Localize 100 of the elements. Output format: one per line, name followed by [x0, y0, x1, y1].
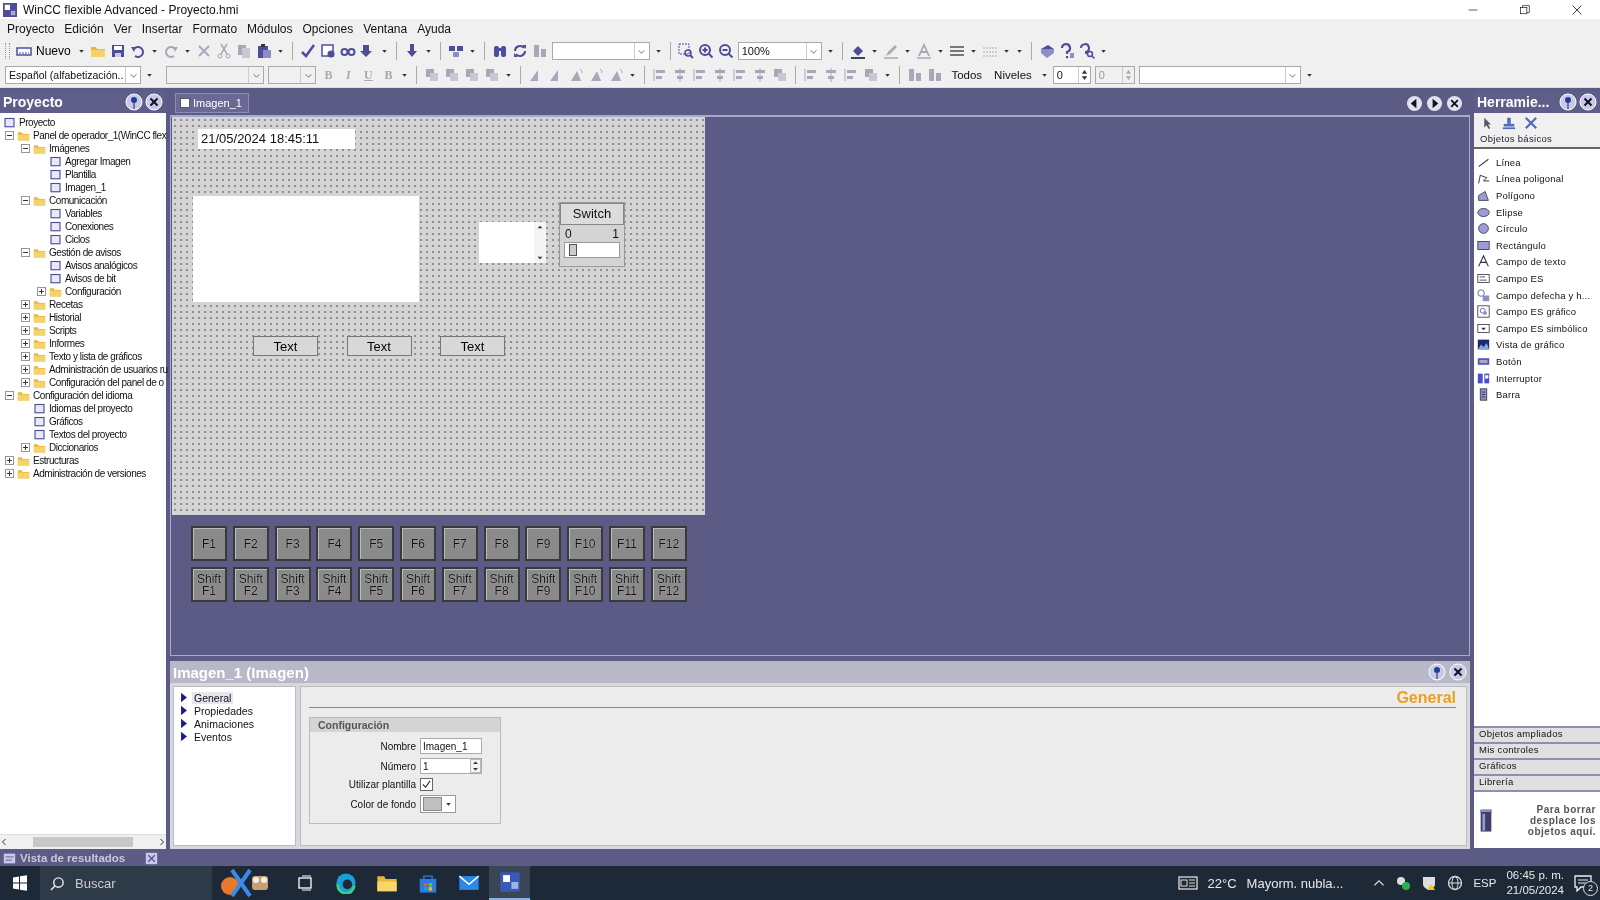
news-icon[interactable] — [1177, 875, 1198, 891]
zoom-dropdown[interactable]: 100% — [737, 42, 822, 60]
tool-item[interactable]: Línea — [1474, 154, 1600, 171]
expand-icon[interactable] — [20, 352, 30, 361]
function-key[interactable]: Shift F1 — [191, 567, 227, 602]
number-field[interactable]: 1 — [420, 758, 482, 774]
tree-item[interactable]: Scripts — [47, 325, 77, 336]
tree-item[interactable]: Gestión de avisos — [47, 247, 121, 258]
tree-item[interactable]: Recetas — [47, 299, 83, 310]
levels-label[interactable]: Niveles — [990, 69, 1036, 81]
paint-bucket-icon[interactable] — [849, 43, 866, 59]
text-button[interactable]: Text — [346, 336, 412, 356]
globe-icon[interactable] — [1447, 875, 1464, 891]
tree-item[interactable]: Comunicación — [47, 195, 107, 206]
language-dropdown[interactable]: Español (alfabetización.. — [5, 66, 142, 84]
expand-icon[interactable] — [20, 339, 30, 348]
category-tab[interactable]: Objetos ampliados — [1474, 726, 1600, 742]
tree-item[interactable]: Informes — [47, 338, 85, 349]
book-icon[interactable] — [1038, 43, 1055, 59]
scrollbar[interactable] — [0, 834, 166, 849]
all-label[interactable]: Todos — [947, 69, 987, 81]
switch-thumb[interactable] — [569, 244, 577, 256]
expand-icon[interactable] — [20, 313, 30, 322]
menu-item[interactable]: Proyecto — [2, 22, 60, 36]
line-width-icon[interactable] — [948, 43, 965, 59]
function-key[interactable]: F1 — [191, 526, 227, 561]
tool-item[interactable]: Barra — [1474, 386, 1600, 403]
tree-item[interactable]: Configuración — [63, 286, 121, 297]
collapse-icon[interactable] — [4, 391, 14, 400]
temperature[interactable]: 22°C — [1207, 875, 1237, 891]
function-key[interactable]: Shift F10 — [567, 567, 604, 602]
function-key[interactable]: F12 — [650, 526, 687, 561]
help-search-icon[interactable] — [1078, 43, 1095, 59]
pointer-icon[interactable] — [1482, 116, 1494, 130]
tree-item[interactable]: Imagen_1 — [63, 182, 106, 193]
collapse-icon[interactable] — [4, 131, 14, 140]
category-tab[interactable]: Mis controles — [1474, 742, 1600, 758]
tree-item[interactable]: Diccionarios — [47, 442, 99, 453]
tree-item[interactable]: Plantilla — [63, 169, 96, 180]
function-key[interactable]: F10 — [567, 526, 604, 561]
text-button[interactable]: Text — [440, 336, 505, 356]
function-key[interactable]: Shift F4 — [316, 567, 353, 602]
expand-icon[interactable] — [20, 443, 30, 452]
tree-item[interactable]: Conexiones — [63, 221, 114, 232]
function-key[interactable]: F6 — [400, 526, 436, 561]
date-time-field[interactable]: 21/05/2024 18:45:11 — [198, 129, 355, 149]
tree-item[interactable]: Textos del proyecto — [47, 429, 127, 440]
category-tab[interactable]: Librería — [1474, 774, 1600, 790]
tree-item[interactable]: Variables — [63, 208, 102, 219]
tree-item[interactable]: Avisos analógicos — [63, 260, 138, 271]
tool-item[interactable]: Campo ES — [1474, 270, 1600, 287]
tool-item[interactable]: Polígono — [1474, 187, 1600, 204]
function-key[interactable]: Shift F3 — [274, 567, 311, 602]
tree-item[interactable]: Avisos de bit — [63, 273, 116, 284]
tree-item[interactable]: Historial — [47, 312, 82, 323]
tool-item[interactable]: Campo ES simbólico — [1474, 319, 1600, 337]
next-icon[interactable] — [1426, 94, 1443, 112]
search-field[interactable]: Buscar — [40, 866, 212, 900]
tree-item[interactable]: Gráficos — [47, 416, 83, 427]
nav-item[interactable]: General — [192, 691, 234, 704]
tool-item[interactable]: Círculo — [1474, 220, 1600, 237]
expand-icon[interactable] — [4, 456, 14, 465]
function-key[interactable]: Shift F2 — [232, 567, 269, 602]
function-key[interactable]: Shift F7 — [441, 567, 478, 602]
checkmark-icon[interactable] — [299, 43, 316, 59]
zoom-area-icon[interactable] — [677, 43, 694, 59]
previous-icon[interactable] — [1406, 94, 1423, 112]
save-icon[interactable] — [109, 43, 126, 59]
screen-canvas[interactable]: 21/05/2024 18:45:11 Switch 0 1 Text Text Text — [172, 117, 705, 515]
help-icon[interactable] — [1058, 43, 1075, 59]
menu-item[interactable]: Ayuda — [412, 22, 457, 36]
function-key[interactable]: Shift F8 — [483, 567, 520, 602]
network-status-icon[interactable] — [1395, 875, 1412, 891]
tool-item[interactable]: Campo de texto — [1474, 253, 1600, 271]
app-icon[interactable] — [498, 871, 521, 893]
expand-icon[interactable] — [36, 287, 46, 296]
tree-item[interactable]: Agregar Imagen — [63, 156, 131, 167]
tool-item[interactable]: Elipse — [1474, 203, 1600, 221]
windows-logo-icon[interactable] — [12, 875, 28, 891]
function-key[interactable]: F7 — [441, 526, 478, 561]
grid-icon[interactable] — [447, 43, 464, 59]
undo-icon[interactable] — [129, 43, 146, 59]
menu-item[interactable]: Formato — [187, 22, 243, 36]
tree-item[interactable]: Configuración del panel de o — [47, 377, 164, 388]
function-key[interactable]: F2 — [232, 526, 269, 561]
font-color-icon[interactable] — [915, 43, 932, 59]
tool-item[interactable]: Campo ES gráfico — [1474, 303, 1600, 320]
pin-icon[interactable] — [1559, 93, 1577, 111]
tree-item[interactable]: Texto y lista de gráficos — [47, 351, 142, 362]
checkbox[interactable] — [420, 778, 433, 791]
tree-item[interactable]: Estructuras — [31, 455, 79, 466]
weather-text[interactable]: Mayorm. nubla... — [1246, 875, 1344, 891]
function-key[interactable]: F3 — [274, 526, 311, 561]
function-key[interactable]: Shift F5 — [358, 567, 395, 602]
close-icon[interactable] — [1572, 4, 1582, 15]
function-key[interactable]: Shift F9 — [525, 567, 562, 602]
tool-item[interactable]: Botón — [1474, 353, 1600, 370]
pin-icon[interactable] — [125, 93, 143, 111]
function-key[interactable]: Shift F12 — [650, 567, 687, 602]
menu-item[interactable]: Insertar — [136, 22, 188, 36]
